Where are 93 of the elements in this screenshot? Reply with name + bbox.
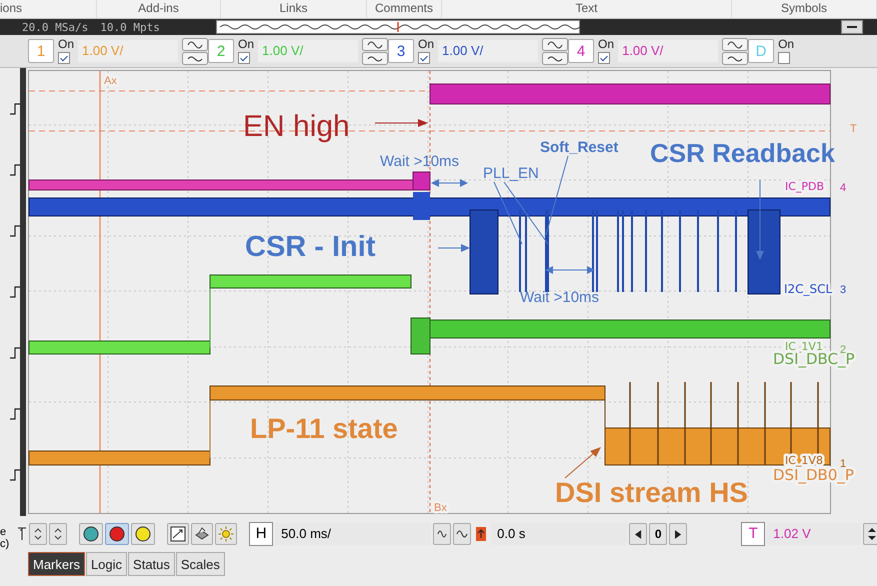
updown-icon [34, 527, 42, 541]
updown-icon [866, 526, 877, 542]
on-label: On [778, 38, 794, 51]
channel-checkbox[interactable] [418, 52, 430, 64]
cursor-label: Ax [104, 75, 117, 87]
right-triangle-icon [674, 530, 682, 538]
channel-checkbox[interactable] [598, 52, 610, 64]
annotation-text: CSR - Init [245, 231, 376, 263]
channel-marker[interactable]: 4 [840, 182, 846, 194]
ribbon-tab[interactable]: Text [442, 0, 732, 18]
on-label: On [58, 38, 74, 51]
dc-wave-icon[interactable] [542, 52, 568, 64]
dc-wave-icon[interactable] [182, 52, 208, 64]
autoscale-button[interactable] [167, 523, 190, 545]
sample-rate: 20.0 MSa/s [22, 20, 88, 34]
arrow [438, 244, 470, 252]
panel-tab[interactable]: Markers [28, 552, 85, 576]
horizontal-label: H [249, 522, 274, 546]
channel-marker[interactable]: 3 [840, 284, 846, 296]
delay-field[interactable]: 0.0 s [491, 523, 628, 545]
spinner-button[interactable] [29, 523, 48, 545]
channel-button[interactable]: 3 [388, 39, 414, 63]
annotation-text: Wait >10ms [380, 153, 460, 170]
ac-coupling-button[interactable] [433, 523, 452, 545]
ribbon-tab[interactable]: ions [0, 0, 97, 18]
autoscale-icon [170, 526, 186, 542]
trace-label: IC_PDB [785, 180, 824, 193]
cut-off-text: e [0, 526, 6, 538]
previous-button[interactable] [629, 523, 648, 545]
ribbon-tab[interactable]: Add-ins [97, 0, 221, 18]
channel-checkbox[interactable] [58, 52, 70, 64]
trigger-level-field[interactable]: 1.02 V [767, 523, 862, 545]
memory-depth: 10.0 Mpts [100, 20, 160, 34]
left-triangle-icon [634, 530, 642, 538]
single-button[interactable] [131, 523, 156, 545]
spinner-button[interactable] [49, 523, 68, 545]
ribbon-tab[interactable]: Symbols [732, 0, 877, 18]
dc-wave-icon[interactable] [362, 52, 388, 64]
pin-icon[interactable] [17, 527, 28, 541]
circle-icon [109, 526, 126, 542]
spinner-button[interactable] [863, 523, 877, 545]
on-label: On [598, 38, 614, 51]
cursor-line[interactable] [99, 71, 101, 513]
print-button[interactable] [191, 523, 214, 545]
channel-checkbox[interactable] [238, 52, 250, 64]
wave-icon [437, 528, 448, 540]
scale-field[interactable]: 1.00 V/ [618, 40, 718, 62]
cut-off-text: c) [0, 538, 10, 550]
ribbon-tab[interactable]: Links [221, 0, 367, 18]
channel-button[interactable]: 4 [568, 39, 594, 63]
step-button[interactable]: 0 [649, 523, 668, 545]
trigger-level-label: T [850, 123, 857, 135]
annotation-text: LP-11 state [250, 413, 398, 444]
arrow [545, 266, 595, 274]
dc-wave-icon[interactable] [722, 52, 748, 64]
print-icon [194, 526, 210, 542]
trace-label: I2C_SCL [784, 282, 832, 296]
wave-icon [456, 528, 468, 540]
scale-field[interactable]: 1.00 V/ [438, 40, 538, 62]
trace-label: IC_1V1 [785, 340, 823, 353]
annotation-text: Soft_Reset [540, 139, 618, 156]
circle-icon [83, 526, 100, 542]
ac-wave-icon[interactable] [722, 38, 748, 50]
ac-wave-icon[interactable] [182, 38, 208, 50]
sun-icon [218, 526, 234, 542]
minimize-button[interactable] [841, 20, 863, 34]
annotation-text: Wait >10ms [520, 289, 600, 306]
trigger-label: T [741, 522, 766, 546]
circle-icon [135, 526, 152, 542]
next-button[interactable] [669, 523, 688, 545]
annotation-text: DSI stream HS [555, 477, 748, 508]
on-label: On [238, 38, 254, 51]
arrow [431, 179, 468, 187]
panel-tab[interactable]: Status [128, 552, 175, 576]
trigger-icon [476, 527, 486, 541]
time-scale-field[interactable]: 50.0 ms/ [275, 523, 432, 545]
ac-wave-icon[interactable] [542, 38, 568, 50]
updown-icon [54, 527, 62, 541]
annotation-text: PLL_EN [483, 165, 539, 182]
on-label: On [418, 38, 434, 51]
dc-coupling-button[interactable] [453, 523, 472, 545]
stop-button[interactable] [105, 523, 130, 545]
arrow [374, 119, 428, 127]
annotation-text: EN high [243, 110, 350, 143]
arrow [564, 447, 601, 478]
cursor-label: Bx [434, 502, 447, 514]
ribbon-tab[interactable]: Comments [367, 0, 442, 18]
run-mode-button[interactable] [79, 523, 104, 545]
annotation-text: CSR Readback [650, 138, 835, 168]
panel-tab[interactable]: Logic [86, 552, 128, 576]
digital-checkbox[interactable] [778, 52, 790, 64]
panel-tab[interactable]: Scales [176, 552, 225, 576]
ac-wave-icon[interactable] [362, 38, 388, 50]
